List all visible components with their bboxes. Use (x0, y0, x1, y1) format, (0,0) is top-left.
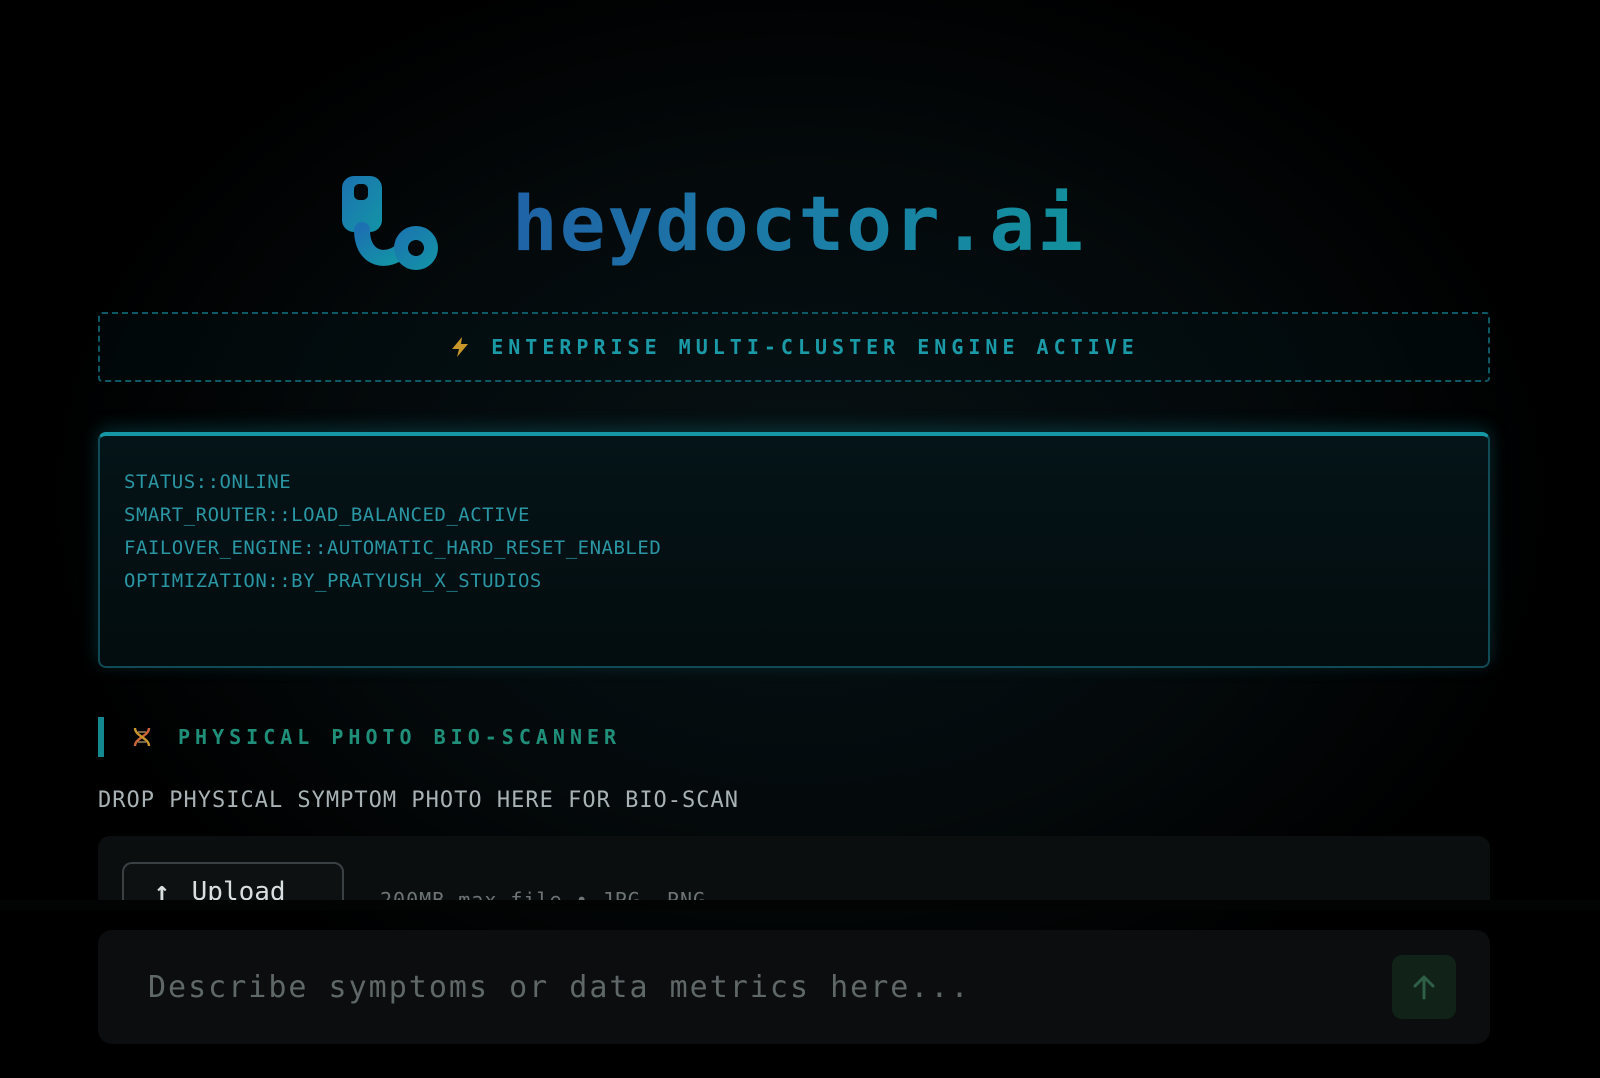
console-line-status: STATUS::ONLINE (124, 471, 292, 493)
app-screen: heydoctor.ai ENTERPRISE MULTI-CLUSTER EN… (0, 0, 1600, 1078)
symptom-input[interactable] (98, 930, 1392, 1044)
engine-status-text: ENTERPRISE MULTI-CLUSTER ENGINE ACTIVE (491, 335, 1139, 359)
file-dropzone[interactable]: ↑ Upload 200MB max file • JPG, PNG (98, 836, 1490, 900)
console-line-router: SMART_ROUTER::LOAD_BALANCED_ACTIVE (124, 504, 530, 526)
dna-icon (133, 727, 151, 747)
console-line-failover: FAILOVER_ENGINE::AUTOMATIC_HARD_RESET_EN… (124, 537, 662, 559)
upload-drop-label: DROP PHYSICAL SYMPTOM PHOTO HERE FOR BIO… (98, 788, 740, 813)
status-console: STATUS::ONLINE SMART_ROUTER::LOAD_BALANC… (98, 432, 1490, 668)
brand-header: heydoctor.ai (340, 172, 1085, 276)
brand-title: heydoctor.ai (512, 172, 1085, 276)
stethoscope-icon (342, 176, 438, 270)
lightning-bolt-icon (452, 337, 469, 357)
engine-status-banner: ENTERPRISE MULTI-CLUSTER ENGINE ACTIVE (98, 312, 1490, 382)
send-button[interactable] (1392, 955, 1456, 1019)
upload-limit-hint: 200MB max file • JPG, PNG (380, 888, 707, 900)
upload-arrow-icon: ↑ (154, 877, 170, 900)
prompt-dock-divider (0, 900, 1600, 910)
chat-input-bar (98, 930, 1490, 1044)
console-line-optimization: OPTIMIZATION::BY_PRATYUSH_X_STUDIOS (124, 570, 542, 592)
section-accent-bar (98, 717, 104, 757)
upload-button[interactable]: ↑ Upload (122, 862, 344, 900)
scanner-title: PHYSICAL PHOTO BIO-SCANNER (178, 725, 622, 749)
scanner-section-header: PHYSICAL PHOTO BIO-SCANNER (98, 716, 621, 758)
arrow-up-icon (1413, 975, 1435, 1000)
upload-button-label: Upload (191, 877, 286, 900)
